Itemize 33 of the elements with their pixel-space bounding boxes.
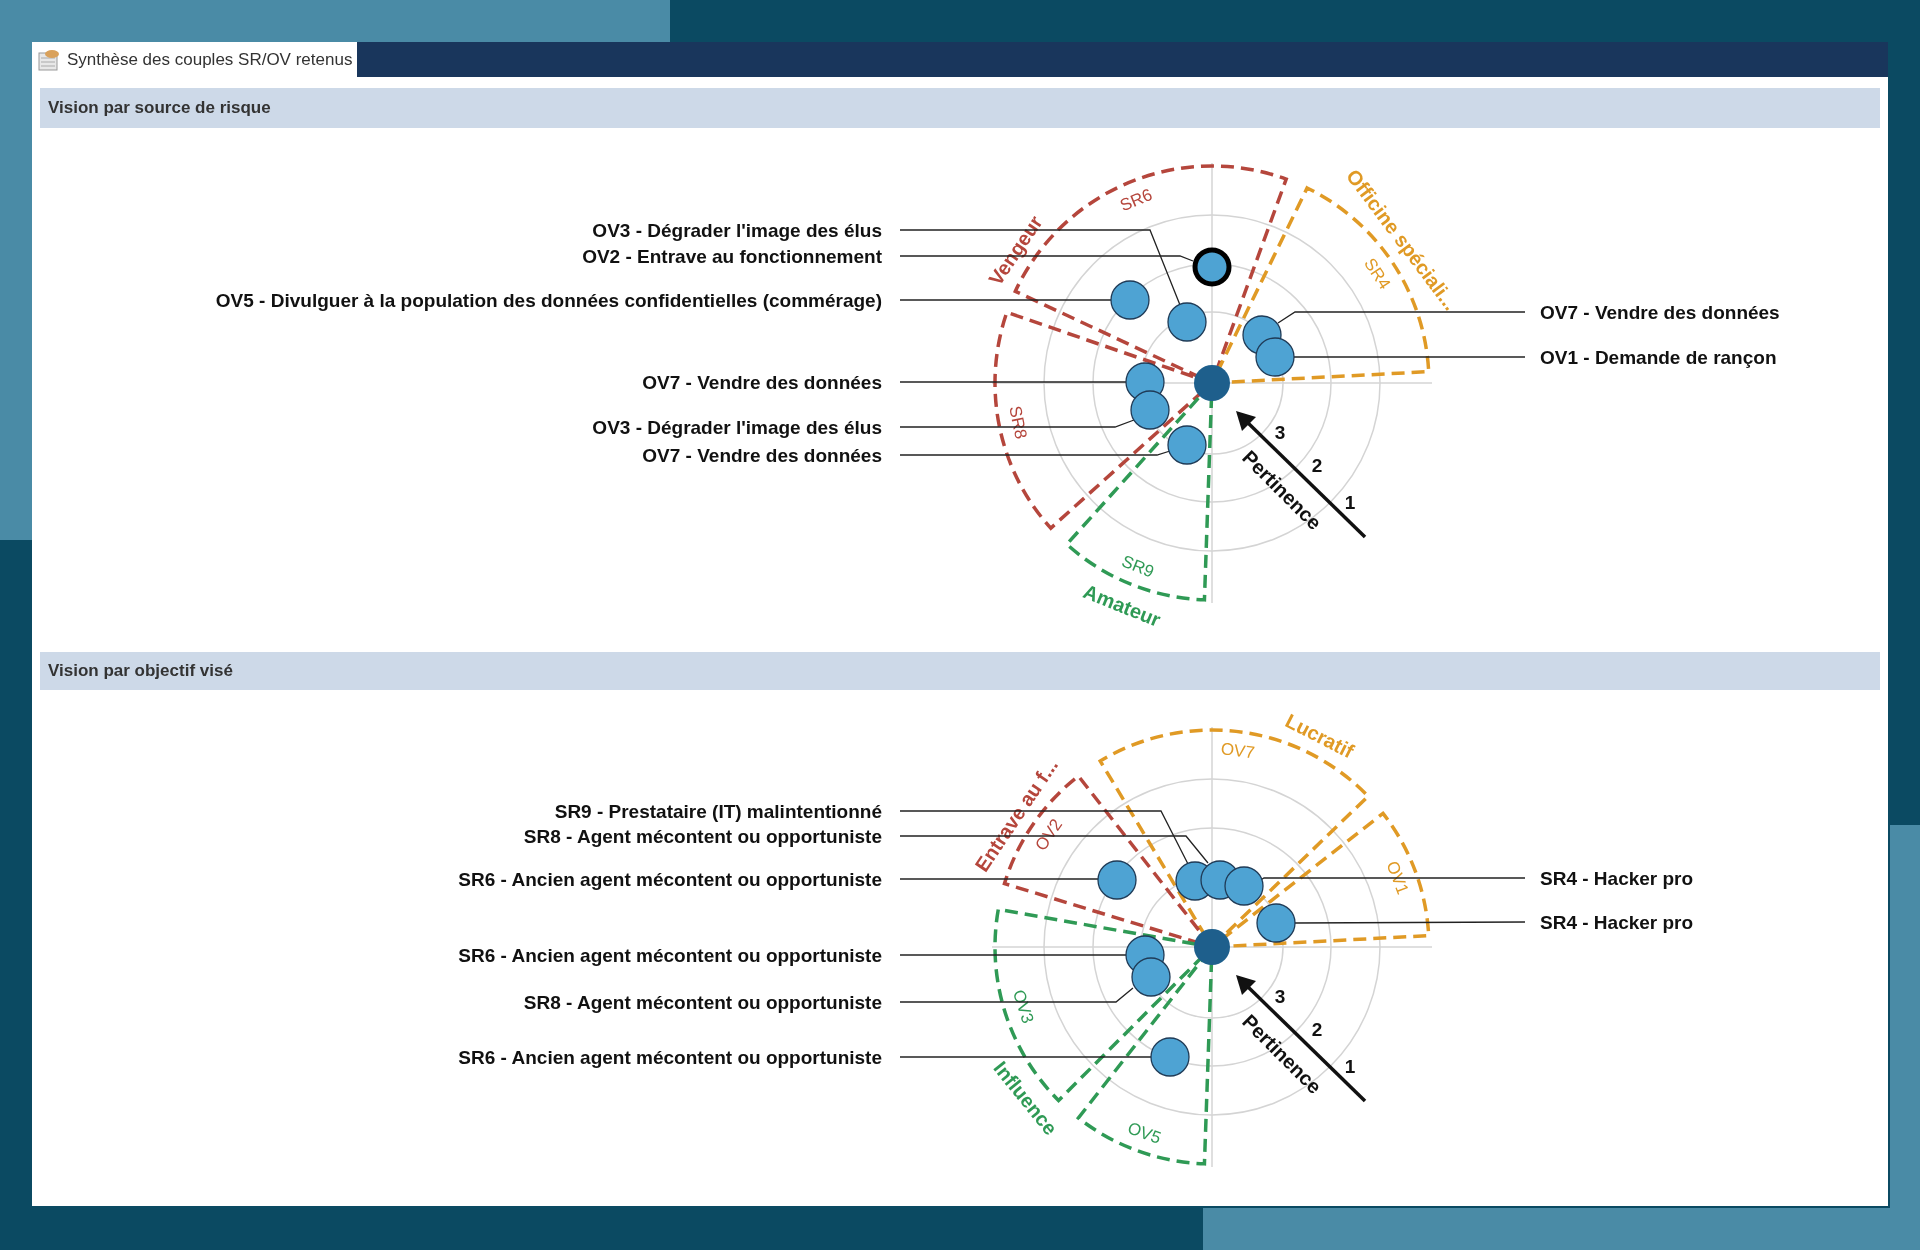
center-dot	[1194, 929, 1230, 965]
section-header: Vision par source de risque	[40, 88, 1880, 128]
callout-label: OV2 - Entrave au fonctionnement	[582, 245, 882, 267]
axis-tick-label: 1	[1344, 1055, 1356, 1077]
callout-label: SR6 - Ancien agent mécontent ou opportuniste	[458, 1046, 882, 1068]
callout-label: OV1 - Demande de rançon	[1540, 346, 1777, 368]
callout-label: OV7 - Vendre des données	[1540, 301, 1780, 323]
callout-label: SR8 - Agent mécontent ou opportuniste	[523, 825, 882, 847]
callout-label: SR8 - Agent mécontent ou opportuniste	[523, 991, 882, 1013]
center-dot	[1194, 365, 1230, 401]
sector-label: SR9	[1118, 551, 1157, 582]
window-tab[interactable]: Synthèse des couples SR/OV retenus	[32, 42, 358, 77]
sector-label: OV1	[1382, 858, 1413, 897]
callout-label: SR9 - Prestataire (IT) malintentionné	[554, 800, 882, 822]
callout-label: OV5 - Divulguer à la population des données confidentielles (commérage)	[215, 289, 882, 311]
callout-label: OV7 - Vendre des données	[642, 371, 882, 393]
callout-label: OV3 - Dégrader l'image des élus	[592, 219, 882, 241]
sector-label: SR8	[1005, 404, 1031, 441]
callout-label: OV3 - Dégrader l'image des élus	[592, 416, 882, 438]
sector-label: OV3	[1009, 987, 1038, 1026]
callout-label: SR6 - Ancien agent mécontent ou opportuniste	[458, 868, 882, 890]
callout-label: SR4 - Hacker pro	[1540, 867, 1694, 889]
callout-label: OV7 - Vendre des données	[642, 444, 882, 466]
document-icon	[37, 47, 61, 72]
axis-tick-label: 3	[1274, 985, 1286, 1007]
axis-tick-label: 1	[1344, 491, 1356, 513]
callout-label: SR4 - Hacker pro	[1540, 911, 1694, 933]
sector-label: OV5	[1125, 1118, 1164, 1148]
sector-label: OV7	[1219, 739, 1256, 763]
axis-tick-label: 3	[1274, 421, 1286, 443]
callout-label: SR6 - Ancien agent mécontent ou opportuniste	[458, 944, 882, 966]
section-header: Vision par objectif visé	[40, 652, 1880, 690]
sector-label: SR6	[1117, 184, 1156, 216]
